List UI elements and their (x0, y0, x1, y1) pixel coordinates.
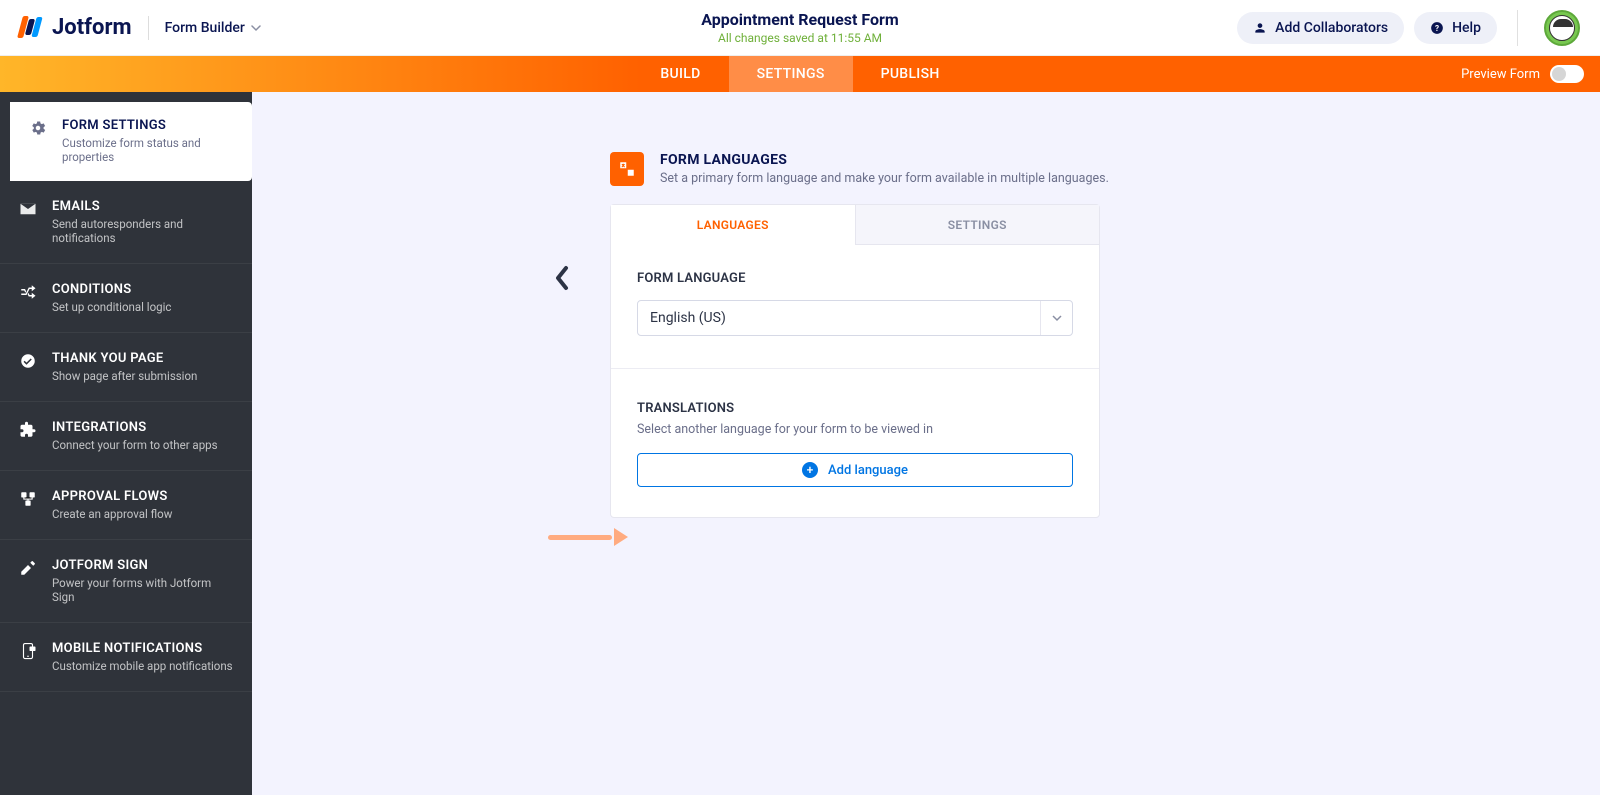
sidebar-item-label: MOBILE NOTIFICATIONS (52, 641, 233, 656)
nav-tab-settings[interactable]: SETTINGS (729, 56, 853, 92)
top-header: Jotform Form Builder Appointment Request… (0, 0, 1600, 56)
user-icon (1253, 21, 1267, 35)
brand-logo[interactable]: Jotform (20, 15, 132, 40)
sidebar-item-thank-you[interactable]: THANK YOU PAGE Show page after submission (0, 333, 252, 402)
toggle-switch-icon (1550, 65, 1584, 83)
divider (1517, 10, 1518, 46)
panel-header: FORM LANGUAGES Set a primary form langua… (610, 152, 1600, 186)
sidebar-item-label: THANK YOU PAGE (52, 351, 197, 366)
nav-tab-build[interactable]: BUILD (632, 56, 728, 92)
nav-tab-publish[interactable]: PUBLISH (853, 56, 968, 92)
card-tab-languages[interactable]: LANGUAGES (611, 205, 855, 245)
add-collab-label: Add Collaborators (1275, 20, 1388, 36)
add-language-label: Add language (828, 463, 908, 478)
add-language-button[interactable]: + Add language (637, 453, 1073, 487)
form-language-value: English (US) (650, 310, 726, 326)
divider (148, 16, 149, 40)
form-title-block: Appointment Request Form All changes sav… (701, 10, 899, 45)
card-tab-settings[interactable]: SETTINGS (855, 205, 1100, 245)
sidebar-item-sub: Connect your form to other apps (52, 438, 218, 452)
preview-form-toggle[interactable]: Preview Form (1461, 65, 1584, 83)
brand-name: Jotform (52, 15, 132, 40)
content-area: FORM LANGUAGES Set a primary form langua… (252, 92, 1600, 795)
sidebar-item-sub: Show page after submission (52, 369, 197, 383)
help-label: Help (1452, 20, 1481, 36)
app-name-label: Form Builder (165, 20, 245, 36)
sidebar-item-label: APPROVAL FLOWS (52, 489, 172, 504)
main-nav: BUILD SETTINGS PUBLISH Preview Form (0, 56, 1600, 92)
sidebar-item-label: FORM SETTINGS (62, 118, 234, 133)
mobile-icon (18, 641, 38, 661)
sidebar-item-mobile-notifications[interactable]: MOBILE NOTIFICATIONS Customize mobile app… (0, 623, 252, 692)
form-language-select[interactable]: English (US) (637, 300, 1073, 336)
preview-label: Preview Form (1461, 67, 1540, 82)
translate-icon (610, 152, 644, 186)
panel-title: FORM LANGUAGES (660, 152, 1109, 168)
logo-mark-icon (20, 16, 44, 40)
sidebar-item-form-settings[interactable]: FORM SETTINGS Customize form status and … (10, 102, 252, 181)
sidebar-item-sub: Customize mobile app notifications (52, 659, 233, 673)
sidebar-item-sub: Create an approval flow (52, 507, 172, 521)
translations-sub: Select another language for your form to… (637, 422, 1073, 437)
pen-icon (18, 558, 38, 578)
sidebar-item-sub: Customize form status and properties (62, 136, 234, 164)
user-avatar[interactable] (1544, 10, 1580, 46)
shuffle-icon (18, 282, 38, 302)
save-status: All changes saved at 11:55 AM (701, 31, 899, 45)
mail-icon (18, 199, 38, 219)
check-circle-icon (18, 351, 38, 371)
sidebar-item-jotform-sign[interactable]: JOTFORM SIGN Power your forms with Jotfor… (0, 540, 252, 623)
sidebar-item-sub: Set up conditional logic (52, 300, 171, 314)
help-button[interactable]: ? Help (1414, 12, 1497, 44)
flow-icon (18, 489, 38, 509)
add-collaborators-button[interactable]: Add Collaborators (1237, 12, 1404, 44)
sidebar-item-approval-flows[interactable]: APPROVAL FLOWS Create an approval flow (0, 471, 252, 540)
annotation-arrow-icon (548, 528, 628, 546)
help-icon: ? (1430, 21, 1444, 35)
sidebar-item-label: EMAILS (52, 199, 234, 214)
translations-label: TRANSLATIONS (637, 401, 1073, 416)
back-button[interactable] (552, 264, 572, 292)
panel-subtitle: Set a primary form language and make you… (660, 171, 1109, 186)
sidebar-item-label: INTEGRATIONS (52, 420, 218, 435)
sidebar-item-integrations[interactable]: INTEGRATIONS Connect your form to other a… (0, 402, 252, 471)
chevron-down-icon (251, 23, 261, 33)
languages-card: LANGUAGES SETTINGS FORM LANGUAGE English… (610, 204, 1100, 518)
svg-text:?: ? (1435, 22, 1439, 32)
app-switcher[interactable]: Form Builder (165, 20, 261, 36)
sidebar-item-label: JOTFORM SIGN (52, 558, 234, 573)
chevron-left-icon (552, 264, 572, 292)
avatar-icon (1549, 15, 1575, 41)
sidebar-item-sub: Send autoresponders and notifications (52, 217, 234, 245)
sidebar-item-sub: Power your forms with Jotform Sign (52, 576, 234, 604)
sidebar-item-conditions[interactable]: CONDITIONS Set up conditional logic (0, 264, 252, 333)
settings-sidebar: FORM SETTINGS Customize form status and … (0, 92, 252, 795)
puzzle-icon (18, 420, 38, 440)
chevron-down-icon (1040, 301, 1072, 335)
form-title[interactable]: Appointment Request Form (701, 10, 899, 29)
form-language-label: FORM LANGUAGE (637, 271, 1073, 286)
divider (611, 368, 1099, 369)
sidebar-item-emails[interactable]: EMAILS Send autoresponders and notificati… (0, 181, 252, 264)
sidebar-item-label: CONDITIONS (52, 282, 171, 297)
gear-icon (28, 118, 48, 138)
plus-circle-icon: + (802, 462, 818, 478)
